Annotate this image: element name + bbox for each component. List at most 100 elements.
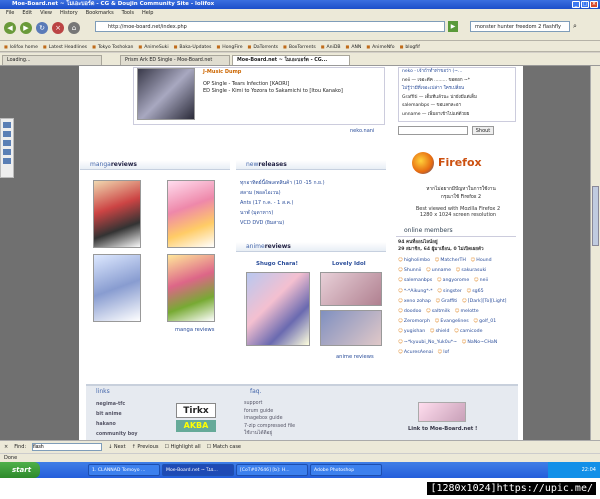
faq-link[interactable]: support	[244, 400, 295, 408]
back-icon[interactable]: ◀	[4, 22, 16, 34]
bookmark-item[interactable]: AnimeSuki	[138, 41, 168, 51]
sidebar-icon[interactable]	[3, 122, 11, 128]
find-next-button[interactable]: ↓ Next	[108, 441, 125, 454]
taskbar-item[interactable]: 1. CLANNAD Tomoyo ...	[88, 464, 160, 476]
taskbar-item[interactable]: [CoT#07646] [b]: H...	[236, 464, 308, 476]
menu-bookmarks[interactable]: Bookmarks	[86, 9, 114, 17]
member-link[interactable]: MatcherTH	[435, 256, 466, 266]
bookmark-item[interactable]: blogfif	[400, 41, 419, 51]
music-user-link[interactable]: neko.nani	[350, 128, 374, 134]
release-item[interactable]: นาฬ (มุดาหาร)	[240, 208, 325, 218]
member-link[interactable]: Evangelines	[435, 317, 468, 327]
sidebar-icon[interactable]	[3, 140, 11, 146]
member-link[interactable]: lof	[437, 348, 449, 358]
match-case-checkbox[interactable]: ☐ Match case	[207, 441, 241, 454]
member-link[interactable]: yugishan	[398, 327, 425, 337]
member-link[interactable]: sg65	[466, 287, 483, 297]
member-link[interactable]: Shunnii	[398, 266, 421, 276]
release-item[interactable]: ทุกอาทิตย์นี้อัพเดทสินค้า (10 -15 ก.ย.)	[240, 178, 325, 188]
shout-input[interactable]	[398, 126, 468, 135]
bookmark-item[interactable]: Baka-Updates	[174, 41, 211, 51]
member-link[interactable]: shield	[430, 327, 450, 337]
bookmark-item[interactable]: BoxTorrents	[283, 41, 316, 51]
menu-edit[interactable]: Edit	[22, 9, 32, 17]
taskbar-item[interactable]: Adobe Photoshop	[310, 464, 382, 476]
system-tray-clock[interactable]: 22:04	[548, 462, 600, 478]
bookmark-item[interactable]: lolifox home	[4, 41, 38, 51]
tab-prism-ark[interactable]: Prism Ark ED Single - Moe-Board.net	[120, 55, 230, 65]
reload-icon[interactable]: ↻	[36, 22, 48, 34]
firefox-name[interactable]: Firefox	[438, 156, 482, 169]
search-icon[interactable]: ⌕	[573, 21, 583, 32]
moe-board-banner-image[interactable]	[418, 402, 466, 422]
stop-icon[interactable]: ×	[52, 22, 64, 34]
member-link[interactable]: Graffiti	[435, 297, 457, 307]
member-link[interactable]: xeno zohap	[398, 297, 431, 307]
highlight-all-checkbox[interactable]: ☐ Highlight all	[165, 441, 201, 454]
footer-link[interactable]: bit anime	[96, 410, 138, 420]
sidebar-icon[interactable]	[3, 158, 11, 164]
bookmark-item[interactable]: HongFire	[216, 41, 242, 51]
firefox-logo-icon[interactable]	[412, 152, 434, 174]
music-ed[interactable]: ED Single - Kimi to Yozora to Sakamichi …	[203, 88, 343, 94]
member-link[interactable]: singster	[437, 287, 462, 297]
member-link[interactable]: angyorome	[437, 276, 470, 286]
sidebar-icon[interactable]	[3, 149, 11, 155]
album-cover-image[interactable]	[137, 68, 195, 120]
manga-reviews-link[interactable]: manga reviews	[175, 327, 215, 333]
bookmark-item[interactable]: AnimeNfo	[366, 41, 395, 51]
member-link[interactable]: *-*Aikung*-*	[398, 287, 433, 297]
release-item[interactable]: สลาม (พอลไอเวน)	[240, 188, 325, 198]
member-link[interactable]: sakurasuki	[456, 266, 486, 276]
member-link[interactable]: unname	[426, 266, 451, 276]
release-item[interactable]: Ants (17 ก.ค. - 1 ส.ค.)	[240, 198, 325, 208]
home-icon[interactable]: ⌂	[68, 22, 80, 34]
menu-view[interactable]: View	[40, 9, 52, 17]
member-link[interactable]: salemanbps	[398, 276, 432, 286]
url-input[interactable]: http://moe-board.net/index.php	[95, 21, 445, 32]
anime-cover-image[interactable]	[320, 310, 382, 346]
tab-moe-board[interactable]: Moe-Board.net ~ โมเอะบอร์ด - CG...	[232, 55, 350, 65]
anime-title-1[interactable]: Shugo Chara!	[256, 261, 298, 267]
taskbar-item[interactable]: Moe-Board.net ~ โมเ...	[162, 464, 234, 476]
maximize-button[interactable]: □	[581, 1, 589, 8]
footer-link[interactable]: negima-tfc	[96, 400, 138, 410]
close-button[interactable]: ×	[590, 1, 598, 8]
scrollbar[interactable]	[590, 66, 600, 440]
member-link[interactable]: Hound	[470, 256, 491, 266]
bookmark-item[interactable]: Tokyo Toshokan	[92, 41, 134, 51]
start-button[interactable]: start	[0, 462, 40, 478]
music-op[interactable]: OP Single - Tears Infection [KAORI]	[203, 81, 289, 87]
find-input[interactable]	[32, 443, 103, 451]
member-link[interactable]: melotte	[455, 307, 478, 317]
find-close-icon[interactable]: ×	[4, 441, 8, 454]
menu-help[interactable]: Help	[142, 9, 153, 17]
faq-link[interactable]: imagebox guide	[244, 415, 295, 423]
member-link[interactable]: ~*kyuubi_No_Yuk0u*~	[398, 338, 457, 348]
bookmark-item[interactable]: ANN	[346, 41, 361, 51]
footer-link[interactable]: community boy	[96, 430, 138, 440]
shout-button[interactable]: Shout	[472, 126, 494, 135]
member-link[interactable]: NaNo~CHaN	[462, 338, 497, 348]
sidebar-icon[interactable]	[3, 131, 11, 137]
minimize-button[interactable]: _	[572, 1, 580, 8]
member-link[interactable]: camicode	[454, 327, 483, 337]
manga-cover-image[interactable]	[167, 254, 215, 322]
menu-history[interactable]: History	[60, 9, 78, 17]
akba-banner[interactable]: AKBA	[176, 420, 216, 432]
bookmark-item[interactable]: AniDB	[321, 41, 341, 51]
search-input[interactable]: monster hunter freedom 2 flashfly	[470, 21, 570, 32]
footer-link[interactable]: hakano	[96, 420, 138, 430]
manga-cover-image[interactable]	[93, 180, 141, 248]
scrollbar-thumb[interactable]	[592, 186, 599, 246]
member-link[interactable]: golf_01	[473, 317, 496, 327]
anime-cover-image[interactable]	[320, 272, 382, 306]
find-previous-button[interactable]: ↑ Previous	[132, 441, 159, 454]
bookmark-item[interactable]: Latest Headlines	[43, 41, 87, 51]
member-link[interactable]: neii	[474, 276, 488, 286]
member-link[interactable]: saltmilk	[426, 307, 450, 317]
anime-reviews-link[interactable]: anime reviews	[336, 354, 374, 360]
member-link[interactable]: higholimbo	[398, 256, 430, 266]
release-item[interactable]: VCD DVD (ยิมสาม)	[240, 218, 325, 228]
faq-link[interactable]: 7-zip compressed file	[244, 423, 295, 431]
